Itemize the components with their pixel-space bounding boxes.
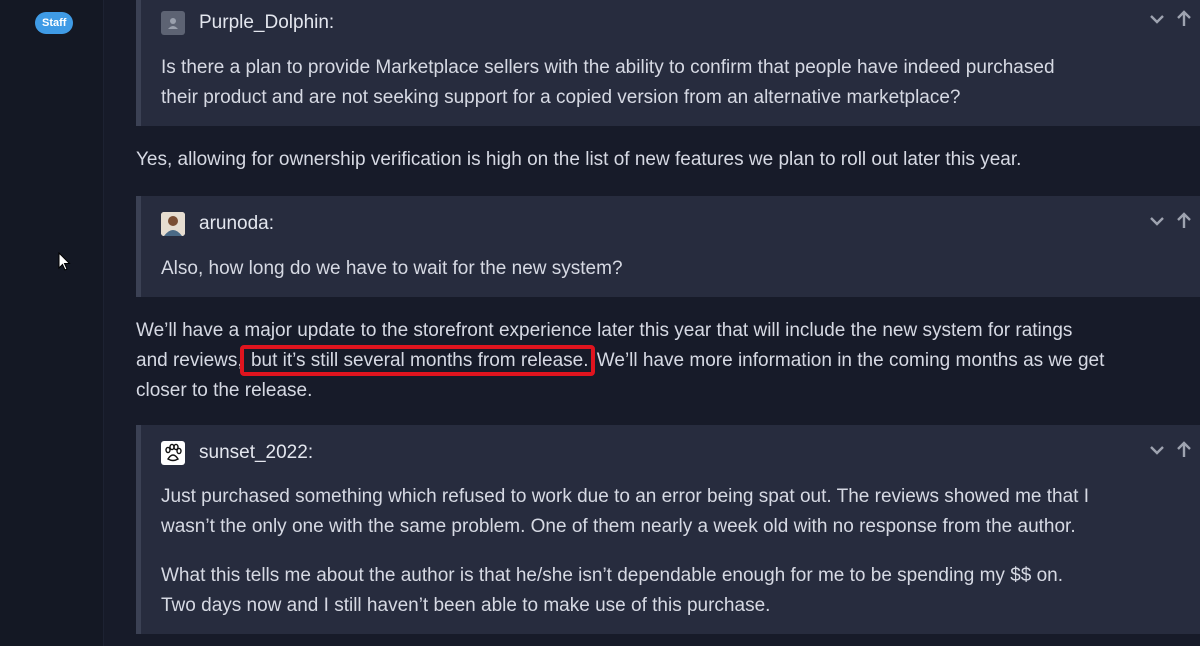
quote-text: Two days now and I still haven’t been ab… — [161, 595, 771, 616]
mouse-cursor-icon — [58, 252, 71, 271]
quote-username[interactable]: Purple_Dolphin: — [199, 12, 334, 34]
chevron-down-icon[interactable] — [1148, 441, 1166, 459]
reply-text-segment: and reviews, — [136, 350, 243, 371]
arrow-up-icon[interactable] — [1176, 212, 1192, 230]
quote-header: arunoda: — [161, 212, 274, 236]
reply-text: closer to the release. — [136, 380, 313, 401]
quote-text: Just purchased something which refused t… — [161, 486, 1089, 507]
quote-block: sunset_2022: Just purchased something wh… — [136, 425, 1200, 634]
quote-block: arunoda: Also, how long do we have to wa… — [136, 196, 1200, 297]
quote-username[interactable]: sunset_2022: — [199, 442, 313, 464]
photo-avatar — [161, 212, 185, 236]
quote-controls — [1148, 212, 1192, 230]
quote-text: What this tells me about the author is t… — [161, 565, 1064, 586]
reply-text: Yes, allowing for ownership verification… — [136, 149, 1022, 170]
paw-icon — [161, 441, 185, 465]
reply-text-segment: We’ll have more information in the comin… — [591, 350, 1105, 371]
chevron-down-icon[interactable] — [1148, 10, 1166, 28]
quote-block: Purple_Dolphin: Is there a plan to provi… — [136, 0, 1200, 126]
highlight-box: but it’s still several months from relea… — [239, 345, 595, 376]
quote-controls — [1148, 441, 1192, 459]
default-user-icon — [161, 11, 185, 35]
quote-controls — [1148, 10, 1192, 28]
quote-header: sunset_2022: — [161, 441, 313, 465]
quote-header: Purple_Dolphin: — [161, 11, 334, 35]
sidebar: Staff — [0, 0, 104, 646]
reply-text-line: and reviews, but it’s still several mont… — [136, 345, 1105, 376]
post-body: Purple_Dolphin: Is there a plan to provi… — [136, 0, 1200, 646]
quote-username[interactable]: arunoda: — [199, 213, 274, 235]
quote-text: Also, how long do we have to wait for th… — [161, 258, 623, 279]
chevron-down-icon[interactable] — [1148, 212, 1166, 230]
quote-text: their product and are not seeking suppor… — [161, 87, 961, 108]
quote-text: Is there a plan to provide Marketplace s… — [161, 57, 1055, 78]
arrow-up-icon[interactable] — [1176, 10, 1192, 28]
quote-text: wasn’t the only one with the same proble… — [161, 516, 1076, 537]
reply-text: We’ll have a major update to the storefr… — [136, 320, 1073, 341]
staff-badge[interactable]: Staff — [35, 12, 74, 34]
arrow-up-icon[interactable] — [1176, 441, 1192, 459]
